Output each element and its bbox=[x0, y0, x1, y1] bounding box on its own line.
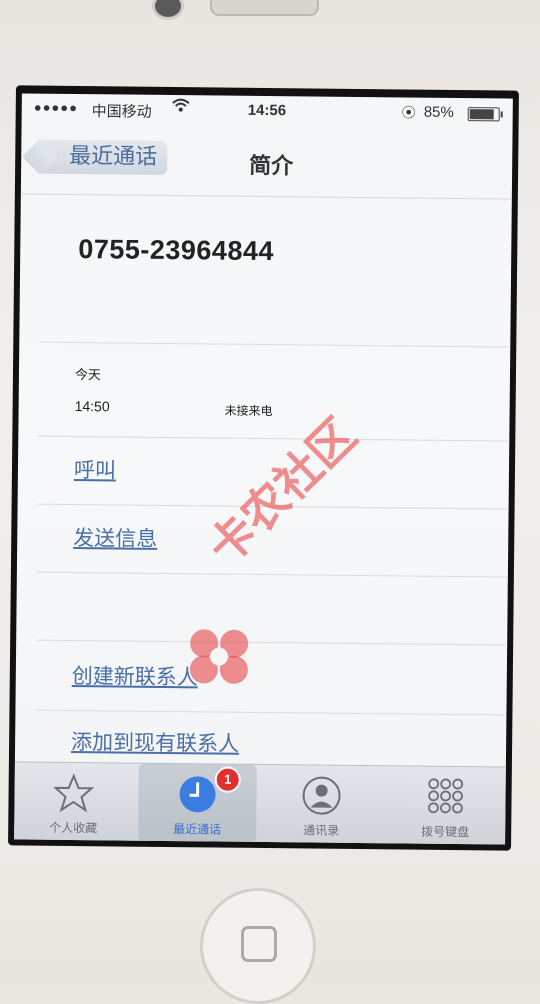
tab-contacts[interactable]: 通讯录 bbox=[262, 765, 381, 844]
signal-strength: ●●●●● bbox=[33, 99, 79, 116]
call-day: 今天 bbox=[74, 368, 102, 384]
rotation-lock-icon: ⦿ bbox=[401, 104, 416, 121]
clock-icon bbox=[177, 774, 217, 814]
keypad-icon bbox=[425, 777, 465, 817]
divider bbox=[36, 571, 507, 578]
front-camera bbox=[152, 0, 184, 20]
create-contact-button[interactable]: 创建新联系人 bbox=[72, 660, 198, 691]
missed-call-badge: 1 bbox=[214, 766, 241, 793]
carrier-name: 中国移动 bbox=[91, 103, 152, 121]
earpiece-speaker bbox=[210, 0, 319, 16]
tab-favorites-label: 个人收藏 bbox=[49, 820, 98, 836]
tab-favorites[interactable]: 个人收藏 bbox=[14, 762, 133, 841]
wifi-icon bbox=[172, 98, 190, 117]
status-time: 14:56 bbox=[247, 101, 287, 120]
tab-bar: 个人收藏 1 最近通话 通讯录 拨号键盘 bbox=[14, 761, 506, 845]
page-title: 简介 bbox=[249, 153, 294, 180]
watermark-logo-icon bbox=[184, 625, 255, 686]
home-square-icon bbox=[241, 926, 277, 962]
home-button[interactable] bbox=[200, 888, 316, 1004]
navigation-bar: 最近通话 简介 bbox=[20, 121, 513, 200]
call-type: 未接来电 bbox=[224, 403, 273, 419]
phone-number: 0755-23964844 bbox=[78, 234, 275, 267]
call-time: 14:50 bbox=[74, 398, 110, 415]
add-to-existing-contact-button[interactable]: 添加到现有联系人 bbox=[71, 726, 239, 758]
divider bbox=[36, 639, 507, 646]
battery-fill bbox=[469, 109, 494, 120]
tab-recents[interactable]: 1 最近通话 bbox=[138, 763, 257, 843]
phone-screen: ●●●●● 中国移动 14:56 ⦿ 85% 最近通话 简介 0755-2396… bbox=[8, 85, 519, 851]
divider bbox=[38, 435, 509, 442]
watermark-text: 卡农社区 bbox=[197, 407, 367, 575]
tab-contacts-label: 通讯录 bbox=[303, 823, 340, 838]
send-message-button[interactable]: 发送信息 bbox=[73, 522, 157, 553]
divider bbox=[39, 341, 510, 348]
call-button[interactable]: 呼叫 bbox=[74, 454, 116, 484]
battery-percent: 85% bbox=[423, 103, 454, 121]
star-icon bbox=[53, 773, 95, 813]
tab-recents-label: 最近通话 bbox=[173, 822, 222, 837]
back-button[interactable]: 最近通话 bbox=[35, 139, 168, 175]
tab-keypad[interactable]: 拨号键盘 bbox=[386, 766, 505, 844]
back-button-label: 最近通话 bbox=[69, 143, 158, 170]
contacts-icon bbox=[301, 775, 341, 815]
divider bbox=[35, 709, 506, 716]
battery-icon bbox=[467, 107, 500, 122]
tab-keypad-label: 拨号键盘 bbox=[421, 824, 470, 840]
display: ●●●●● 中国移动 14:56 ⦿ 85% 最近通话 简介 0755-2396… bbox=[14, 93, 513, 845]
